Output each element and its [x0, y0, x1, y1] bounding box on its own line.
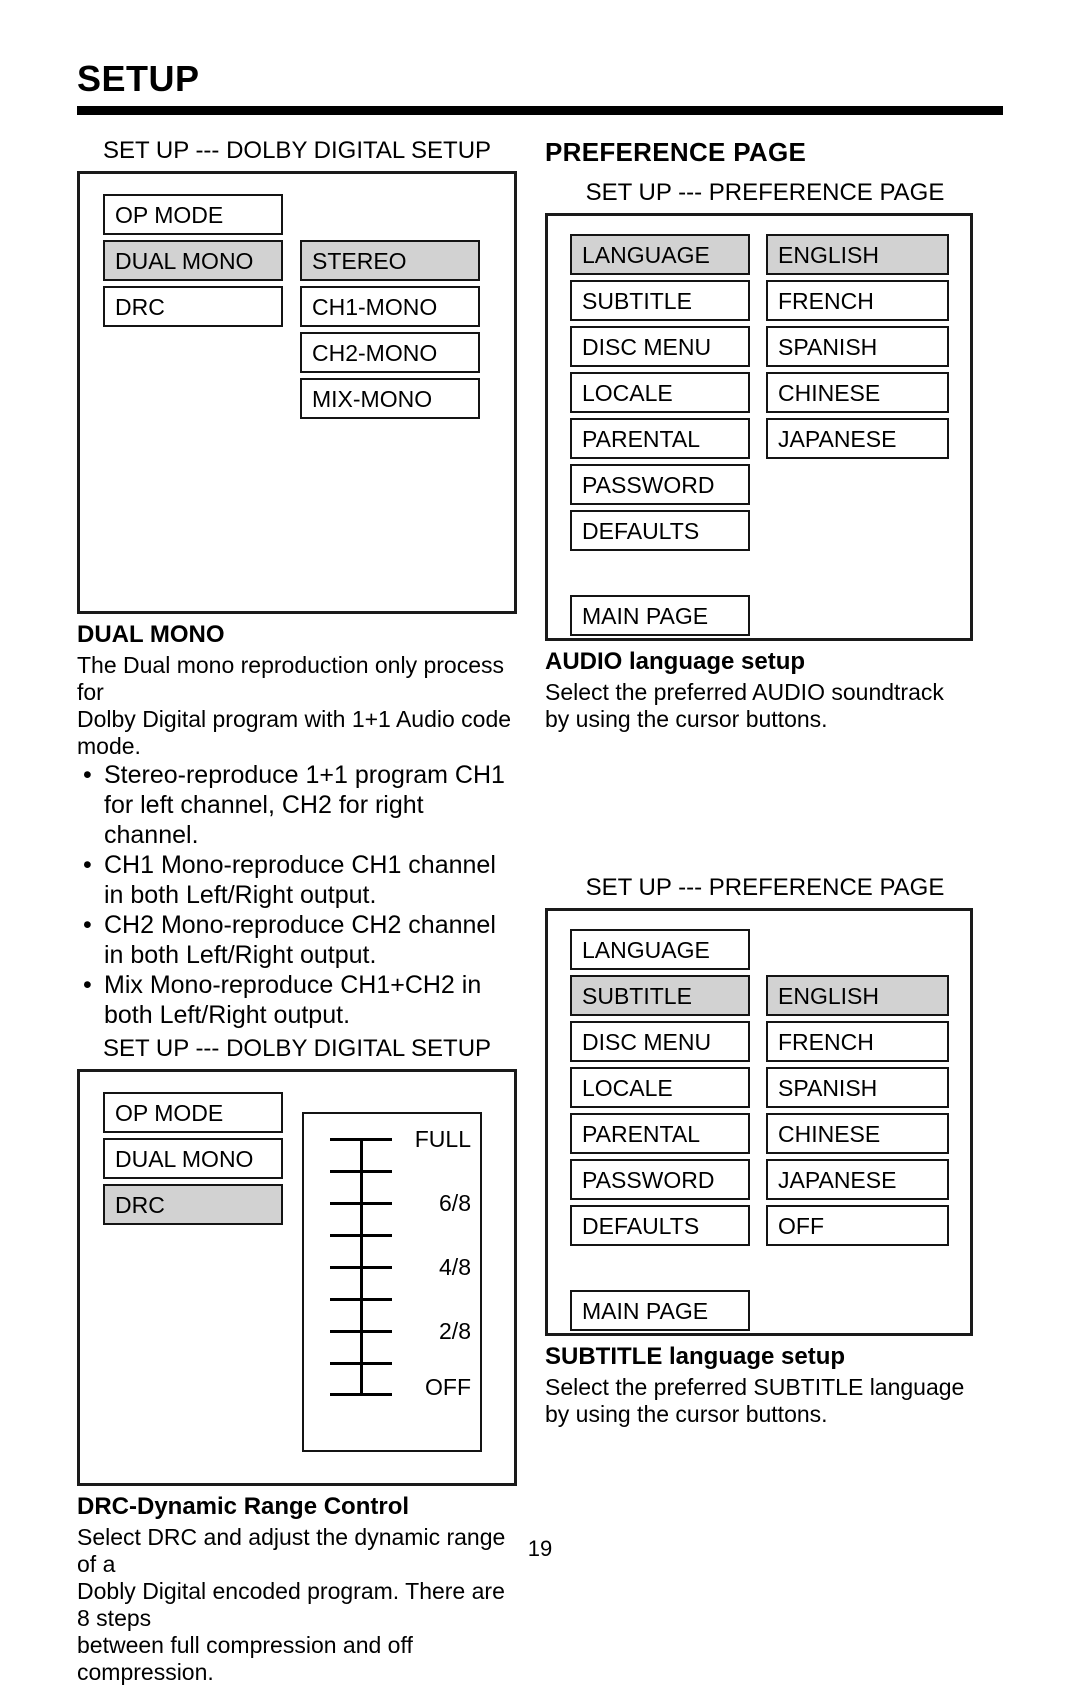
- menu-item-drc[interactable]: DRC: [103, 1184, 283, 1225]
- menu-option-chinese[interactable]: CHINESE: [766, 1113, 949, 1154]
- menu-option-ch1-mono[interactable]: CH1-MONO: [300, 286, 480, 327]
- menu-item-defaults[interactable]: DEFAULTS: [570, 1205, 750, 1246]
- menu-item-password[interactable]: PASSWORD: [570, 464, 750, 505]
- drc-label-off: OFF: [425, 1374, 471, 1400]
- pref-audio-caption: SET UP --- PREFERENCE PAGE: [585, 179, 945, 206]
- menu-option-off[interactable]: OFF: [766, 1205, 949, 1246]
- dolby-drc-caption: SET UP --- DOLBY DIGITAL SETUP: [102, 1035, 492, 1062]
- dualmono-intro-line2: Dolby Digital program with 1+1 Audio cod…: [77, 706, 512, 759]
- dualmono-heading: DUAL MONO: [77, 621, 225, 648]
- menu-item-main-page[interactable]: MAIN PAGE: [570, 1290, 750, 1331]
- dolby-dualmono-screen: OP MODE DUAL MONO DRC STEREO CH1-MONO CH…: [77, 171, 517, 614]
- preference-page-heading: PREFERENCE PAGE: [545, 137, 807, 167]
- menu-option-ch2-mono[interactable]: CH2-MONO: [300, 332, 480, 373]
- drc-slider-panel: FULL 6/8 4/8 2/8 OFF: [302, 1112, 482, 1452]
- subtitle-setup-line2: by using the cursor buttons.: [545, 1401, 828, 1427]
- menu-item-subtitle[interactable]: SUBTITLE: [570, 975, 750, 1016]
- menu-item-language[interactable]: LANGUAGE: [570, 929, 750, 970]
- pref-audio-screen: LANGUAGE SUBTITLE DISC MENU LOCALE PAREN…: [545, 213, 973, 641]
- menu-item-locale[interactable]: LOCALE: [570, 1067, 750, 1108]
- drc-tick: [330, 1298, 392, 1301]
- pref-subtitle-caption: SET UP --- PREFERENCE PAGE: [585, 874, 945, 901]
- dualmono-intro-line1: The Dual mono reproduction only process …: [77, 652, 505, 705]
- drc-label-6-8: 6/8: [439, 1190, 471, 1216]
- menu-option-spanish[interactable]: SPANISH: [766, 326, 949, 367]
- menu-option-english[interactable]: ENGLISH: [766, 234, 949, 275]
- pref-audio-left-menu: LANGUAGE SUBTITLE DISC MENU LOCALE PAREN…: [570, 234, 750, 641]
- list-item: Stereo-reproduce 1+1 program CH1 for lef…: [77, 760, 517, 850]
- drc-line3: between full compression and off compres…: [77, 1632, 413, 1685]
- list-item: CH2 Mono-reproduce CH2 channel in both L…: [77, 910, 517, 970]
- page-header: SETUP: [77, 58, 1003, 115]
- drc-label-2-8: 2/8: [439, 1318, 471, 1344]
- menu-item-disc-menu[interactable]: DISC MENU: [570, 326, 750, 367]
- menu-item-op-mode[interactable]: OP MODE: [103, 1092, 283, 1133]
- drc-tick: [330, 1170, 392, 1173]
- drc-label-4-8: 4/8: [439, 1254, 471, 1280]
- drc-label-full: FULL: [414, 1126, 471, 1152]
- menu-item-locale[interactable]: LOCALE: [570, 372, 750, 413]
- dolby-drc-left-menu: OP MODE DUAL MONO DRC: [103, 1092, 283, 1230]
- right-column: PREFERENCE PAGE SET UP --- PREFERENCE PA…: [545, 136, 985, 1428]
- menu-option-french[interactable]: FRENCH: [766, 280, 949, 321]
- menu-item-dual-mono[interactable]: DUAL MONO: [103, 1138, 283, 1179]
- drc-slider[interactable]: [330, 1138, 392, 1396]
- list-item: Mix Mono-reproduce CH1+CH2 in both Left/…: [77, 970, 517, 1030]
- drc-slider-labels: FULL 6/8 4/8 2/8 OFF: [399, 1126, 479, 1399]
- dolby-dualmono-caption: SET UP --- DOLBY DIGITAL SETUP: [102, 137, 492, 164]
- dolby-dualmono-right-menu: STEREO CH1-MONO CH2-MONO MIX-MONO: [300, 240, 480, 424]
- pref-audio-right-menu: ENGLISH FRENCH SPANISH CHINESE JAPANESE: [766, 234, 949, 464]
- menu-item-disc-menu[interactable]: DISC MENU: [570, 1021, 750, 1062]
- list-item: CH1 Mono-reproduce CH1 channel in both L…: [77, 850, 517, 910]
- menu-option-stereo[interactable]: STEREO: [300, 240, 480, 281]
- page-title: SETUP: [77, 58, 200, 99]
- audio-setup-line1: Select the preferred AUDIO soundtrack: [545, 679, 944, 705]
- menu-option-french[interactable]: FRENCH: [766, 1021, 949, 1062]
- menu-item-subtitle[interactable]: SUBTITLE: [570, 280, 750, 321]
- drc-tick: [330, 1330, 392, 1333]
- subtitle-setup-line1: Select the preferred SUBTITLE language: [545, 1374, 965, 1400]
- manual-page: SETUP SET UP --- DOLBY DIGITAL SETUP OP …: [0, 0, 1080, 1685]
- drc-tick: [330, 1234, 392, 1237]
- menu-item-password[interactable]: PASSWORD: [570, 1159, 750, 1200]
- dolby-drc-screen: OP MODE DUAL MONO DRC FULL 6/8 4/8 2/8 O…: [77, 1069, 517, 1486]
- menu-option-mix-mono[interactable]: MIX-MONO: [300, 378, 480, 419]
- drc-tick: [330, 1138, 392, 1141]
- dolby-dualmono-left-menu: OP MODE DUAL MONO DRC: [103, 194, 283, 332]
- menu-item-parental[interactable]: PARENTAL: [570, 418, 750, 459]
- menu-option-japanese[interactable]: JAPANESE: [766, 418, 949, 459]
- drc-tick: [330, 1393, 392, 1396]
- menu-item-drc[interactable]: DRC: [103, 286, 283, 327]
- menu-item-main-page[interactable]: MAIN PAGE: [570, 595, 750, 636]
- menu-option-japanese[interactable]: JAPANESE: [766, 1159, 949, 1200]
- drc-line2: Dobly Digital encoded program. There are…: [77, 1578, 505, 1631]
- menu-item-defaults[interactable]: DEFAULTS: [570, 510, 750, 551]
- pref-subtitle-left-menu: LANGUAGE SUBTITLE DISC MENU LOCALE PAREN…: [570, 929, 750, 1336]
- menu-item-language[interactable]: LANGUAGE: [570, 234, 750, 275]
- pref-subtitle-screen: LANGUAGE SUBTITLE DISC MENU LOCALE PAREN…: [545, 908, 973, 1336]
- menu-item-dual-mono[interactable]: DUAL MONO: [103, 240, 283, 281]
- subtitle-setup-heading: SUBTITLE language setup: [545, 1343, 846, 1370]
- pref-subtitle-right-menu: ENGLISH FRENCH SPANISH CHINESE JAPANESE …: [766, 975, 949, 1251]
- left-column: SET UP --- DOLBY DIGITAL SETUP OP MODE D…: [77, 136, 517, 1686]
- audio-setup-line2: by using the cursor buttons.: [545, 706, 828, 732]
- drc-heading: DRC-Dynamic Range Control: [77, 1493, 410, 1520]
- menu-item-op-mode[interactable]: OP MODE: [103, 194, 283, 235]
- header-divider: [77, 106, 1003, 115]
- drc-tick: [330, 1362, 392, 1365]
- audio-setup-heading: AUDIO language setup: [545, 648, 806, 675]
- menu-item-parental[interactable]: PARENTAL: [570, 1113, 750, 1154]
- dualmono-bullet-list: Stereo-reproduce 1+1 program CH1 for lef…: [77, 760, 517, 1030]
- drc-tick: [330, 1266, 392, 1269]
- page-number: 19: [527, 1536, 553, 1561]
- menu-option-chinese[interactable]: CHINESE: [766, 372, 949, 413]
- menu-option-spanish[interactable]: SPANISH: [766, 1067, 949, 1108]
- menu-option-english[interactable]: ENGLISH: [766, 975, 949, 1016]
- drc-tick: [330, 1202, 392, 1205]
